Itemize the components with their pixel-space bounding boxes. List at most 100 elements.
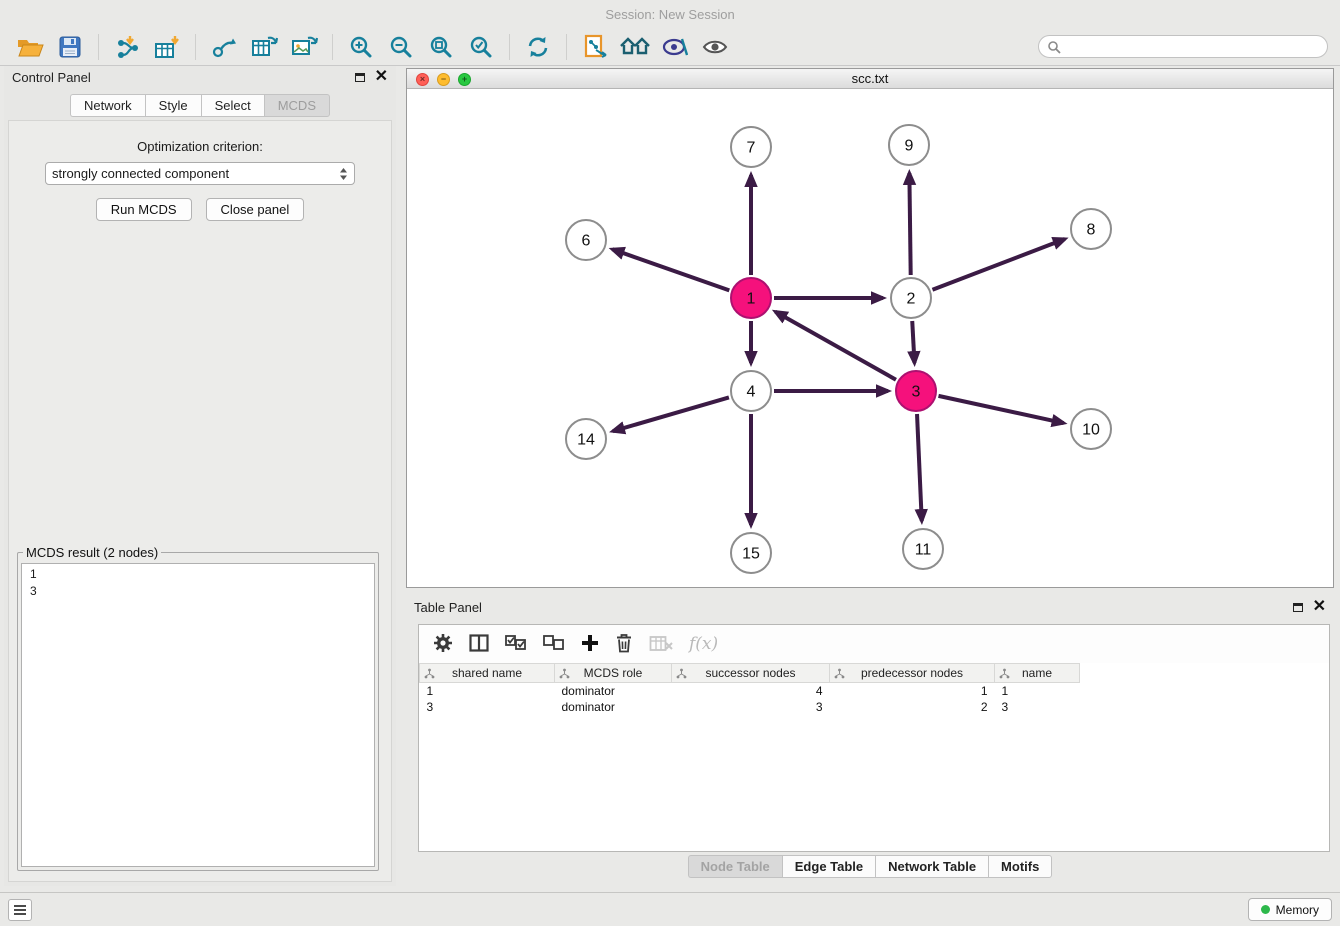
graph-edge-2-9[interactable]	[909, 173, 910, 275]
table-panel-close-icon[interactable]: ✕	[1313, 600, 1326, 614]
export-image-button[interactable]	[284, 31, 324, 63]
graph-node-1[interactable]: 1	[731, 278, 771, 318]
graph-edge-1-6[interactable]	[612, 249, 729, 290]
tab-edge-table[interactable]: Edge Table	[782, 855, 875, 878]
network-window: × − + scc.txt 7 9 6 8 1 2 4 3 14 10 15 11	[406, 68, 1334, 588]
table-cell[interactable]: dominator	[555, 683, 672, 699]
tab-network[interactable]: Network	[70, 94, 145, 117]
network-window-titlebar[interactable]: × − + scc.txt	[407, 69, 1333, 89]
export-table-icon	[251, 35, 278, 59]
clone-network-button[interactable]	[575, 31, 615, 63]
graph-node-10[interactable]: 10	[1071, 409, 1111, 449]
deselect-all-button[interactable]	[543, 635, 565, 654]
import-table-button[interactable]	[147, 31, 187, 63]
graph-edge-2-8[interactable]	[932, 239, 1064, 290]
maximize-window-button[interactable]: +	[458, 73, 471, 86]
export-network-button[interactable]	[204, 31, 244, 63]
folder-open-icon	[17, 36, 44, 58]
svg-text:3: 3	[912, 384, 921, 401]
tab-select[interactable]: Select	[201, 94, 264, 117]
svg-text:6: 6	[582, 233, 591, 250]
network-graph[interactable]: 7 9 6 8 1 2 4 3 14 10 15 11	[407, 89, 1335, 589]
table-cell[interactable]: 1	[420, 683, 555, 699]
first-neighbors-button[interactable]	[615, 31, 655, 63]
network-canvas[interactable]: 7 9 6 8 1 2 4 3 14 10 15 11	[407, 89, 1333, 587]
show-graphics-details-button[interactable]	[695, 31, 735, 63]
optimization-select[interactable]: strongly connected component	[45, 162, 355, 185]
column-header-mcds-role[interactable]: MCDS role	[555, 664, 672, 683]
table-cell[interactable]: 3	[672, 699, 830, 715]
function-builder-icon[interactable]: f(x)	[689, 634, 718, 654]
table-row[interactable]: 1dominator411	[420, 683, 1080, 699]
tab-node-table[interactable]: Node Table	[688, 855, 782, 878]
table-cell[interactable]: 4	[672, 683, 830, 699]
column-header-name[interactable]: name	[995, 664, 1080, 683]
table-cell[interactable]: dominator	[555, 699, 672, 715]
create-column-button[interactable]	[581, 634, 599, 655]
import-network-button[interactable]	[107, 31, 147, 63]
mcds-result-list[interactable]: 13	[21, 563, 375, 867]
export-table-button[interactable]	[244, 31, 284, 63]
minimize-window-button[interactable]: −	[437, 73, 450, 86]
svg-text:7: 7	[747, 140, 756, 157]
table-row[interactable]: 3dominator323	[420, 699, 1080, 715]
mcds-result-line[interactable]: 3	[30, 583, 366, 600]
float-panel-icon[interactable]	[355, 73, 365, 82]
toolbar-separator	[332, 34, 333, 60]
graph-node-11[interactable]: 11	[903, 529, 943, 569]
float-panel-icon[interactable]	[1293, 603, 1303, 612]
tab-network-table[interactable]: Network Table	[875, 855, 988, 878]
graph-node-8[interactable]: 8	[1071, 209, 1111, 249]
open-session-button[interactable]	[10, 31, 50, 63]
table-cell[interactable]: 1	[830, 683, 995, 699]
panel-menu-button[interactable]	[8, 899, 32, 921]
run-mcds-button[interactable]: Run MCDS	[96, 198, 192, 221]
table-cell[interactable]: 3	[420, 699, 555, 715]
tab-style[interactable]: Style	[145, 94, 201, 117]
graph-node-2[interactable]: 2	[891, 278, 931, 318]
table-cell[interactable]: 2	[830, 699, 995, 715]
graph-node-4[interactable]: 4	[731, 371, 771, 411]
graph-node-9[interactable]: 9	[889, 125, 929, 165]
table-settings-button[interactable]	[433, 633, 453, 656]
graph-edge-3-11[interactable]	[917, 414, 922, 521]
graph-node-15[interactable]: 15	[731, 533, 771, 573]
close-panel-button[interactable]: Close panel	[206, 198, 305, 221]
zoom-selected-icon	[469, 35, 493, 59]
column-header-predecessor-nodes[interactable]: predecessor nodes	[830, 664, 995, 683]
visual-style-button[interactable]	[655, 31, 695, 63]
select-all-button[interactable]	[505, 635, 527, 654]
zoom-selected-button[interactable]	[461, 31, 501, 63]
graph-edge-3-10[interactable]	[938, 396, 1063, 423]
tab-mcds[interactable]: MCDS	[264, 94, 330, 117]
column-header-successor-nodes[interactable]: successor nodes	[672, 664, 830, 683]
graph-node-3[interactable]: 3	[896, 371, 936, 411]
table-cell[interactable]: 3	[995, 699, 1080, 715]
search-box[interactable]	[1038, 35, 1328, 58]
close-window-button[interactable]: ×	[416, 73, 429, 86]
search-input[interactable]	[1061, 36, 1327, 57]
zoom-fit-button[interactable]	[421, 31, 461, 63]
delete-table-button[interactable]	[649, 634, 673, 655]
show-columns-button[interactable]	[469, 634, 489, 655]
graph-node-6[interactable]: 6	[566, 220, 606, 260]
zoom-in-button[interactable]	[341, 31, 381, 63]
mcds-result-line[interactable]: 1	[30, 566, 366, 583]
graph-edge-4-14[interactable]	[613, 397, 729, 431]
delete-column-button[interactable]	[615, 633, 633, 656]
graph-edge-2-3[interactable]	[912, 321, 914, 363]
refresh-view-button[interactable]	[518, 31, 558, 63]
svg-text:2: 2	[907, 291, 916, 308]
graph-node-14[interactable]: 14	[566, 419, 606, 459]
column-header-shared-name[interactable]: shared name	[420, 664, 555, 683]
memory-button[interactable]: Memory	[1248, 898, 1332, 921]
tab-motifs[interactable]: Motifs	[988, 855, 1052, 878]
table-cell[interactable]: 1	[995, 683, 1080, 699]
zoom-out-button[interactable]	[381, 31, 421, 63]
svg-text:8: 8	[1087, 222, 1096, 239]
graph-edge-3-1[interactable]	[775, 312, 896, 380]
control-panel-close-icon[interactable]: ✕	[375, 70, 388, 84]
save-session-button[interactable]	[50, 31, 90, 63]
graph-node-7[interactable]: 7	[731, 127, 771, 167]
svg-text:10: 10	[1082, 422, 1100, 439]
